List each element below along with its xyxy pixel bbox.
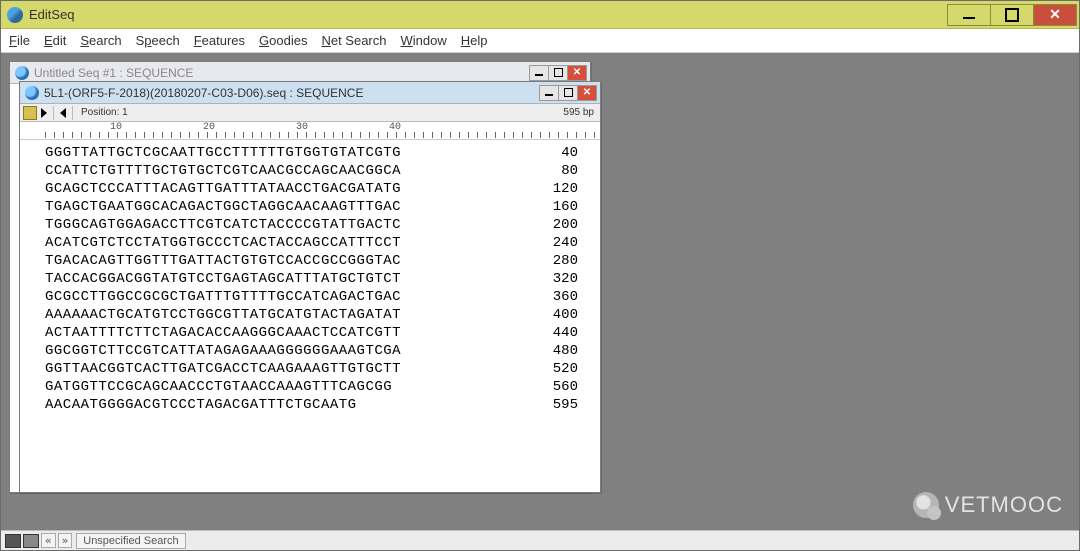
sequence-position: 120 (526, 180, 596, 198)
sequence-bases[interactable]: TGGGCAGTGGAGACCTTCGTCATCTACCCCGTATTGACTC (45, 216, 401, 234)
titlebar: EditSeq ✕ (1, 1, 1079, 29)
seq-titlebar[interactable]: 5L1-(ORF5-F-2018)(20180207-C03-D06).seq … (20, 82, 600, 104)
menu-features[interactable]: Features (194, 33, 245, 48)
seq-close-button[interactable]: ✕ (577, 85, 597, 101)
sequence-position: 520 (526, 360, 596, 378)
menu-help[interactable]: Help (461, 33, 488, 48)
sequence-position: 40 (526, 144, 596, 162)
sequence-position: 560 (526, 378, 596, 396)
bg-close-button[interactable]: ✕ (567, 65, 587, 81)
statusbar: « » Unspecified Search (1, 530, 1079, 550)
sequence-row[interactable]: ACTAATTTTCTTCTAGACACCAAGGGCAAACTCCATCGTT… (45, 324, 596, 342)
menu-goodies[interactable]: Goodies (259, 33, 307, 48)
ruler: 10 20 30 40 (20, 122, 600, 140)
sequence-bases[interactable]: GGCGGTCTTCCGTCATTATAGAGAAAGGGGGGAAAGTCGA (45, 342, 401, 360)
watermark: VETMOOC (913, 492, 1063, 518)
window-buttons: ✕ (948, 4, 1077, 26)
sequence-row[interactable]: ACATCGTCTCCTATGGTGCCCTCACTACCAGCCATTTCCT… (45, 234, 596, 252)
sequence-bases[interactable]: AACAATGGGGACGTCCCTAGACGATTTCTGCAATG (45, 396, 357, 414)
app-icon (7, 7, 23, 23)
sequence-position: 360 (526, 288, 596, 306)
sequence-row[interactable]: GGTTAACGGTCACTTGATCGACCTCAAGAAAGTTGTGCTT… (45, 360, 596, 378)
sequence-position: 80 (526, 162, 596, 180)
sequence-position: 280 (526, 252, 596, 270)
status-search-label[interactable]: Unspecified Search (76, 533, 185, 549)
sequence-bases[interactable]: TGACACAGTTGGTTTGATTACTGTGTCCACCGCCGGGTAC (45, 252, 401, 270)
sequence-row[interactable]: GATGGTTCCGCAGCAACCCTGTAACCAAAGTTTCAGCGG 5… (45, 378, 596, 396)
close-button[interactable]: ✕ (1033, 4, 1077, 26)
bg-minimize-button[interactable] (529, 65, 549, 81)
total-bp: 595 bp (563, 107, 594, 118)
sequence-row[interactable]: GGCGGTCTTCCGTCATTATAGAGAAAGGGGGGAAAGTCGA… (45, 342, 596, 360)
position-label: Position: 1 (81, 107, 128, 118)
sequence-row[interactable]: AACAATGGGGACGTCCCTAGACGATTTCTGCAATG 595 (45, 396, 596, 414)
sequence-row[interactable]: TGGGCAGTGGAGACCTTCGTCATCTACCCCGTATTGACTC… (45, 216, 596, 234)
seq-toolbar: Position: 1 595 bp (20, 104, 600, 122)
sequence-bases[interactable]: TACCACGGACGGTATGTCCTGAGTAGCATTTATGCTGTCT (45, 270, 401, 288)
sequence-bases[interactable]: GCAGCTCCCATTTACAGTTGATTTATAACCTGACGATATG (45, 180, 401, 198)
sequence-position: 240 (526, 234, 596, 252)
play-back-icon[interactable] (60, 108, 66, 118)
sequence-row[interactable]: CCATTCTGTTTTGCTGTGCTCGTCAACGCCAGCAACGGCA… (45, 162, 596, 180)
sequence-bases[interactable]: TGAGCTGAATGGCACAGACTGGCTAGGCAACAAGTTTGAC (45, 198, 401, 216)
status-prev-button[interactable]: « (41, 533, 56, 548)
sequence-row[interactable]: TACCACGGACGGTATGTCCTGAGTAGCATTTATGCTGTCT… (45, 270, 596, 288)
sequence-position: 200 (526, 216, 596, 234)
minimize-button[interactable] (947, 4, 991, 26)
play-forward-icon[interactable] (41, 108, 47, 118)
sequence-row[interactable]: TGAGCTGAATGGCACAGACTGGCTAGGCAACAAGTTTGAC… (45, 198, 596, 216)
sequence-position: 440 (526, 324, 596, 342)
seq-toolbar-icon[interactable] (23, 106, 37, 120)
sequence-row[interactable]: GCGCCTTGGCCGCGCTGATTTGTTTTGCCATCAGACTGAC… (45, 288, 596, 306)
sequence-position: 400 (526, 306, 596, 324)
sequence-position: 160 (526, 198, 596, 216)
bg-seq-title: Untitled Seq #1 : SEQUENCE (34, 66, 530, 80)
maximize-button[interactable] (990, 4, 1034, 26)
sequence-bases[interactable]: AAAAAACTGCATGTCCTGGCGTTATGCATGTACTAGATAT (45, 306, 401, 324)
mdi-client: Untitled Seq #1 : SEQUENCE ✕ 5L1-(ORF5-F… (1, 53, 1079, 530)
sequence-position: 320 (526, 270, 596, 288)
sequence-bases[interactable]: GATGGTTCCGCAGCAACCCTGTAACCAAAGTTTCAGCGG (45, 378, 392, 396)
seq-minimize-button[interactable] (539, 85, 559, 101)
menubar: File Edit Search Speech Features Goodies… (1, 29, 1079, 53)
sequence-bases[interactable]: CCATTCTGTTTTGCTGTGCTCGTCAACGCCAGCAACGGCA (45, 162, 401, 180)
seq-window: 5L1-(ORF5-F-2018)(20180207-C03-D06).seq … (19, 81, 601, 493)
sequence-row[interactable]: GGGTTATTGCTCGCAATTGCCTTTTTTGTGGTGTATCGTG… (45, 144, 596, 162)
sequence-position: 595 (526, 396, 596, 414)
wechat-icon (913, 492, 939, 518)
seq-maximize-button[interactable] (558, 85, 578, 101)
sequence-row[interactable]: TGACACAGTTGGTTTGATTACTGTGTCCACCGCCGGGTAC… (45, 252, 596, 270)
menu-netsearch[interactable]: Net Search (321, 33, 386, 48)
app-title: EditSeq (29, 7, 948, 22)
sequence-bases[interactable]: GGGTTATTGCTCGCAATTGCCTTTTTTGTGGTGTATCGTG (45, 144, 401, 162)
seq-title: 5L1-(ORF5-F-2018)(20180207-C03-D06).seq … (44, 86, 540, 100)
bg-maximize-button[interactable] (548, 65, 568, 81)
status-icon-1[interactable] (5, 534, 21, 548)
sequence-bases[interactable]: GGTTAACGGTCACTTGATCGACCTCAAGAAAGTTGTGCTT (45, 360, 401, 378)
status-next-button[interactable]: » (58, 533, 73, 548)
menu-speech[interactable]: Speech (136, 33, 180, 48)
sequence-body[interactable]: GGGTTATTGCTCGCAATTGCCTTTTTTGTGGTGTATCGTG… (20, 140, 600, 492)
watermark-text: VETMOOC (945, 492, 1063, 518)
menu-file[interactable]: File (9, 33, 30, 48)
sequence-row[interactable]: GCAGCTCCCATTTACAGTTGATTTATAACCTGACGATATG… (45, 180, 596, 198)
menu-search[interactable]: Search (80, 33, 121, 48)
menu-edit[interactable]: Edit (44, 33, 66, 48)
sequence-row[interactable]: AAAAAACTGCATGTCCTGGCGTTATGCATGTACTAGATAT… (45, 306, 596, 324)
sequence-bases[interactable]: ACTAATTTTCTTCTAGACACCAAGGGCAAACTCCATCGTT (45, 324, 401, 342)
doc-icon (15, 66, 29, 80)
sequence-bases[interactable]: ACATCGTCTCCTATGGTGCCCTCACTACCAGCCATTTCCT (45, 234, 401, 252)
doc-icon (25, 86, 39, 100)
sequence-bases[interactable]: GCGCCTTGGCCGCGCTGATTTGTTTTGCCATCAGACTGAC (45, 288, 401, 306)
menu-window[interactable]: Window (401, 33, 447, 48)
status-icon-2[interactable] (23, 534, 39, 548)
app-window: EditSeq ✕ File Edit Search Speech Featur… (0, 0, 1080, 551)
sequence-position: 480 (526, 342, 596, 360)
